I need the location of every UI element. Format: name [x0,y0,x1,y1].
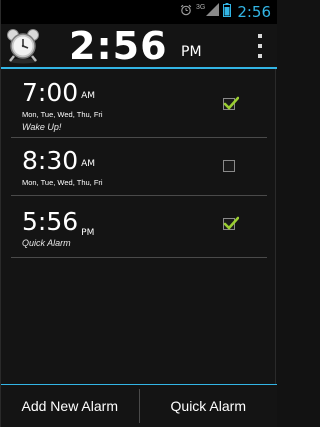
bottom-action-bar: Add New Alarm Quick Alarm [1,384,277,427]
overflow-menu-icon[interactable] [257,34,263,58]
battery-icon [223,2,232,22]
alarm-enabled-checkbox[interactable] [223,160,235,172]
alarm-days: Mon, Tue, Wed, Thu, Fri [22,110,103,119]
add-new-alarm-button[interactable]: Add New Alarm [1,385,139,427]
alarm-ampm: PM [81,228,95,238]
alarm-label: Quick Alarm [22,238,71,248]
quick-alarm-button[interactable]: Quick Alarm [140,385,278,427]
checkmark-icon [223,216,239,230]
alarm-ampm: AM [81,91,96,101]
alarm-list: 7:00 AM Mon, Tue, Wed, Thu, Fri Wake Up! … [11,69,267,258]
alarm-row[interactable]: 8:30 AM Mon, Tue, Wed, Thu, Fri [11,138,267,196]
alarm-row[interactable]: 7:00 AM Mon, Tue, Wed, Thu, Fri Wake Up! [11,69,267,138]
checkmark-icon [223,96,239,110]
phone-screen: 3G 2:56 2:56 PM 7:00 AM Mon, Tue, Wed, T… [0,0,277,427]
alarm-icon [180,3,192,21]
alarm-time: 7:00 AM [22,79,95,107]
alarm-enabled-checkbox[interactable] [223,96,239,110]
app-header: 2:56 PM [1,24,277,68]
alarm-time-value: 7:00 [22,78,79,107]
alarm-enabled-checkbox[interactable] [223,216,239,230]
alarm-time-value: 5:56 [22,207,79,236]
alarm-time: 8:30 AM [22,147,95,175]
alarm-days: Mon, Tue, Wed, Thu, Fri [22,178,103,187]
alarm-label: Wake Up! [22,122,62,132]
alarm-time: 5:56 PM [22,207,95,239]
alarm-row[interactable]: 5:56 PM Quick Alarm [11,196,267,258]
current-ampm: PM [181,44,202,60]
status-bar: 3G 2:56 [1,0,277,24]
network-type: 3G [195,3,206,11]
alarm-time-value: 8:30 [22,146,79,175]
alarm-ampm: AM [81,159,96,169]
alarm-clock-icon [4,26,42,69]
status-time: 2:56 [237,3,271,21]
signal-icon [206,3,220,21]
current-time: 2:56 [69,24,168,68]
